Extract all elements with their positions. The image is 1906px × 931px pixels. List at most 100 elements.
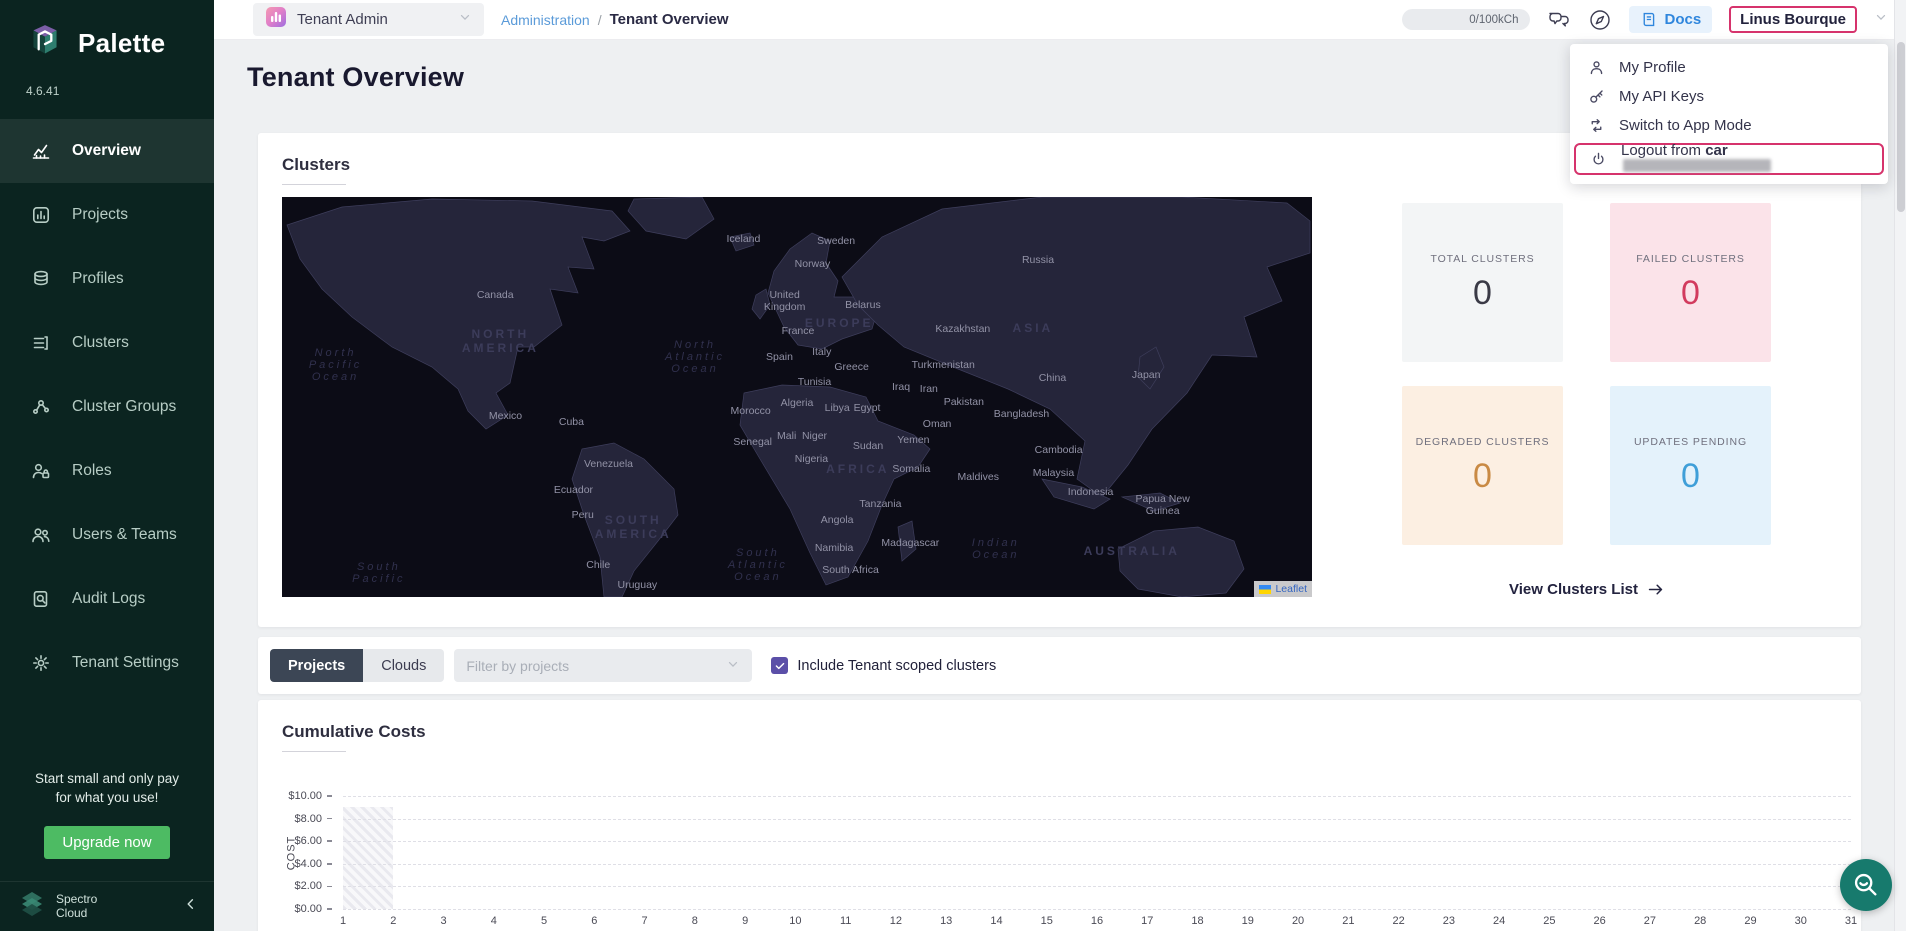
redacted-text: [1623, 159, 1771, 172]
leaflet-attribution[interactable]: Leaflet: [1254, 581, 1312, 597]
x-tick-label: 19: [1242, 915, 1254, 927]
users-icon: [30, 524, 52, 546]
leaflet-label: Leaflet: [1275, 583, 1307, 595]
power-icon: [1590, 151, 1607, 168]
sidebar-item-cluster-groups[interactable]: Cluster Groups: [0, 375, 214, 439]
x-tick-label: 4: [491, 915, 497, 927]
view-clusters-list-link[interactable]: View Clusters List: [1402, 581, 1771, 598]
x-tick-label: 5: [541, 915, 547, 927]
x-tick-label: 27: [1644, 915, 1656, 927]
compass-help-icon[interactable]: [1588, 8, 1612, 32]
sidebar-item-label: Cluster Groups: [72, 398, 176, 416]
tenant-scoped-checkbox[interactable]: [771, 657, 788, 674]
tenant-scoped-checkbox-label: Include Tenant scoped clusters: [797, 658, 996, 674]
docs-label: Docs: [1664, 11, 1701, 28]
sidebar-item-label: Audit Logs: [72, 590, 145, 608]
gridline: [343, 886, 1851, 887]
stat-tile-updates-pending: UPDATES PENDING0: [1610, 386, 1771, 545]
gridline: [343, 819, 1851, 820]
user-menu-trigger[interactable]: Linus Bourque: [1729, 6, 1857, 33]
palette-logo-icon: [24, 22, 66, 64]
x-tick-label: 12: [890, 915, 902, 927]
cumulative-costs-title: Cumulative Costs: [282, 722, 1837, 742]
tenant-scoped-checkbox-row[interactable]: Include Tenant scoped clusters: [771, 657, 996, 674]
filter-by-projects-select[interactable]: Filter by projects: [454, 649, 752, 682]
world-map-svg: [282, 197, 1312, 597]
scope-selector[interactable]: Tenant Admin: [253, 3, 484, 36]
docs-button[interactable]: Docs: [1629, 6, 1712, 33]
scrollbar-thumb[interactable]: [1897, 42, 1905, 212]
x-tick-label: 29: [1744, 915, 1756, 927]
tab-clouds[interactable]: Clouds: [363, 649, 444, 682]
gridline: [343, 796, 1851, 797]
upgrade-now-button[interactable]: Upgrade now: [44, 826, 169, 859]
x-tick-label: 24: [1493, 915, 1505, 927]
x-tick-label: 30: [1795, 915, 1807, 927]
page-scrollbar[interactable]: [1894, 0, 1906, 931]
user-lock-icon: [30, 460, 52, 482]
y-axis: $10.00$8.00$6.00$4.00$2.00$0.00: [258, 796, 332, 909]
sidebar-item-clusters[interactable]: Clusters: [0, 311, 214, 375]
user-menu-item-my-api-keys[interactable]: My API Keys: [1570, 82, 1888, 111]
stat-tile-degraded-clusters: DEGRADED CLUSTERS0: [1402, 386, 1563, 545]
user-menu-item-switch-to-app-mode[interactable]: Switch to App Mode: [1570, 111, 1888, 140]
user-icon: [1588, 59, 1605, 76]
x-tick-label: 6: [591, 915, 597, 927]
user-menu-item-my-profile[interactable]: My Profile: [1570, 53, 1888, 82]
sidebar-item-projects[interactable]: Projects: [0, 183, 214, 247]
user-menu-item-logout-from[interactable]: Logout from car: [1574, 143, 1884, 175]
search-assistant-fab[interactable]: [1840, 859, 1892, 911]
sidebar-item-label: Projects: [72, 206, 128, 224]
sidebar-item-roles[interactable]: Roles: [0, 439, 214, 503]
chat-icon[interactable]: [1547, 8, 1571, 32]
chart-plot-area: [343, 796, 1851, 909]
x-tick-label: 26: [1594, 915, 1606, 927]
stat-tile-label: TOTAL CLUSTERS: [1430, 252, 1534, 268]
breadcrumb-link-administration[interactable]: Administration: [501, 12, 590, 28]
menu-item-text: My Profile: [1619, 59, 1686, 76]
sidebar-collapse-button[interactable]: [184, 897, 198, 916]
menu-item-label: Logout from car: [1621, 142, 1868, 176]
x-tick-label: 9: [742, 915, 748, 927]
gridline: [343, 864, 1851, 865]
gridline: [343, 841, 1851, 842]
upgrade-promo: Start small and only pay for what you us…: [0, 769, 214, 881]
sidebar-item-label: Overview: [72, 142, 141, 160]
list-icon: [30, 332, 52, 354]
select-chevron-down-icon: [726, 657, 740, 674]
x-tick-label: 28: [1694, 915, 1706, 927]
gridline: [343, 909, 1851, 910]
scope-selector-label: Tenant Admin: [297, 11, 448, 28]
topbar-right: 0/100kCh Docs Linus Bourque: [1402, 6, 1888, 33]
stat-tile-label: UPDATES PENDING: [1634, 435, 1747, 451]
sidebar-item-users-teams[interactable]: Users & Teams: [0, 503, 214, 567]
stat-tile-label: FAILED CLUSTERS: [1636, 252, 1745, 268]
sidebar-item-tenant-settings[interactable]: Tenant Settings: [0, 631, 214, 695]
x-tick-label: 10: [789, 915, 801, 927]
sidebar-item-overview[interactable]: Overview: [0, 119, 214, 183]
menu-item-label: My API Keys: [1619, 88, 1704, 105]
sidebar-item-audit-logs[interactable]: Audit Logs: [0, 567, 214, 631]
sidebar-item-profiles[interactable]: Profiles: [0, 247, 214, 311]
clusters-card: Clusters: [258, 133, 1861, 627]
promo-text: Start small and only pay for what you us…: [14, 769, 200, 808]
x-tick-label: 23: [1443, 915, 1455, 927]
x-tick-label: 1: [340, 915, 346, 927]
filter-controls: Projects Clouds Filter by projects Inclu…: [258, 637, 1861, 694]
tenant-admin-icon: [265, 6, 287, 33]
sidebar: Palette 4.6.41 OverviewProjectsProfilesC…: [0, 0, 214, 931]
breadcrumb-separator: /: [598, 12, 602, 28]
topbar: Tenant Admin Administration / Tenant Ove…: [214, 0, 1906, 40]
footer-brand: Spectro Cloud: [56, 893, 174, 921]
x-tick-label: 21: [1342, 915, 1354, 927]
y-tick-label: $2.00: [294, 880, 332, 892]
tab-projects[interactable]: Projects: [270, 649, 363, 682]
user-chevron-down-icon[interactable]: [1874, 10, 1888, 29]
stat-tile-value: 0: [1473, 457, 1492, 496]
clusters-world-map[interactable]: IcelandSwedenNorwayRussiaCanadaUnitedKin…: [282, 197, 1312, 597]
gear-icon: [30, 652, 52, 674]
network-icon: [30, 396, 52, 418]
breadcrumb: Administration / Tenant Overview: [501, 11, 729, 28]
sidebar-nav: Overview Projects ProfilesClusters Cluster …: [0, 119, 214, 695]
menu-item-text: Logout from: [1621, 142, 1701, 159]
